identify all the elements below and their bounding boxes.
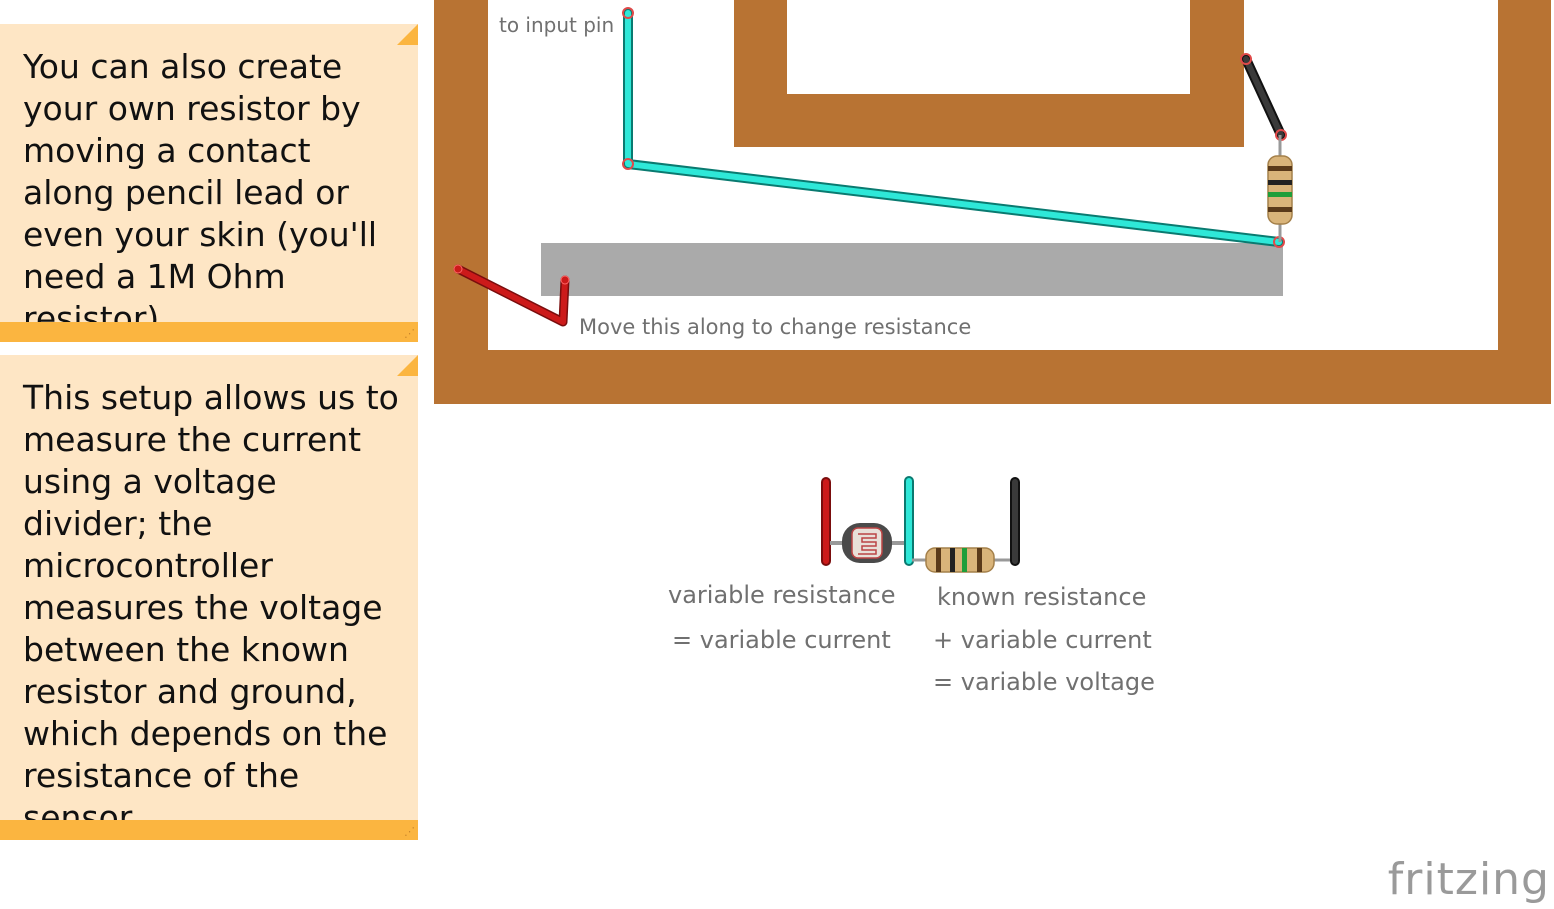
pencil-lead[interactable] — [541, 243, 1283, 296]
variable-resistance-label: variable resistance — [668, 581, 896, 609]
black-ground-wire[interactable] — [1240, 53, 1287, 141]
plus-variable-current-label: + variable current — [933, 626, 1152, 654]
copper-trace-frame — [434, 0, 1551, 404]
schematic — [821, 476, 1020, 573]
variable-voltage-label: = variable voltage — [933, 668, 1155, 696]
schematic-resistor[interactable] — [912, 547, 1012, 573]
known-resistance-label: known resistance — [937, 583, 1146, 611]
input-pin-label: to input pin — [499, 13, 614, 37]
move-contact-label: Move this along to change resistance — [579, 315, 971, 339]
fritzing-logo: fritzing — [1387, 854, 1550, 905]
known-resistor[interactable] — [1267, 135, 1293, 242]
circuit-diagram: to input pin Move this along to change r… — [434, 0, 1551, 696]
photocell-sensor[interactable] — [830, 523, 905, 563]
variable-current-label: = variable current — [672, 626, 891, 654]
